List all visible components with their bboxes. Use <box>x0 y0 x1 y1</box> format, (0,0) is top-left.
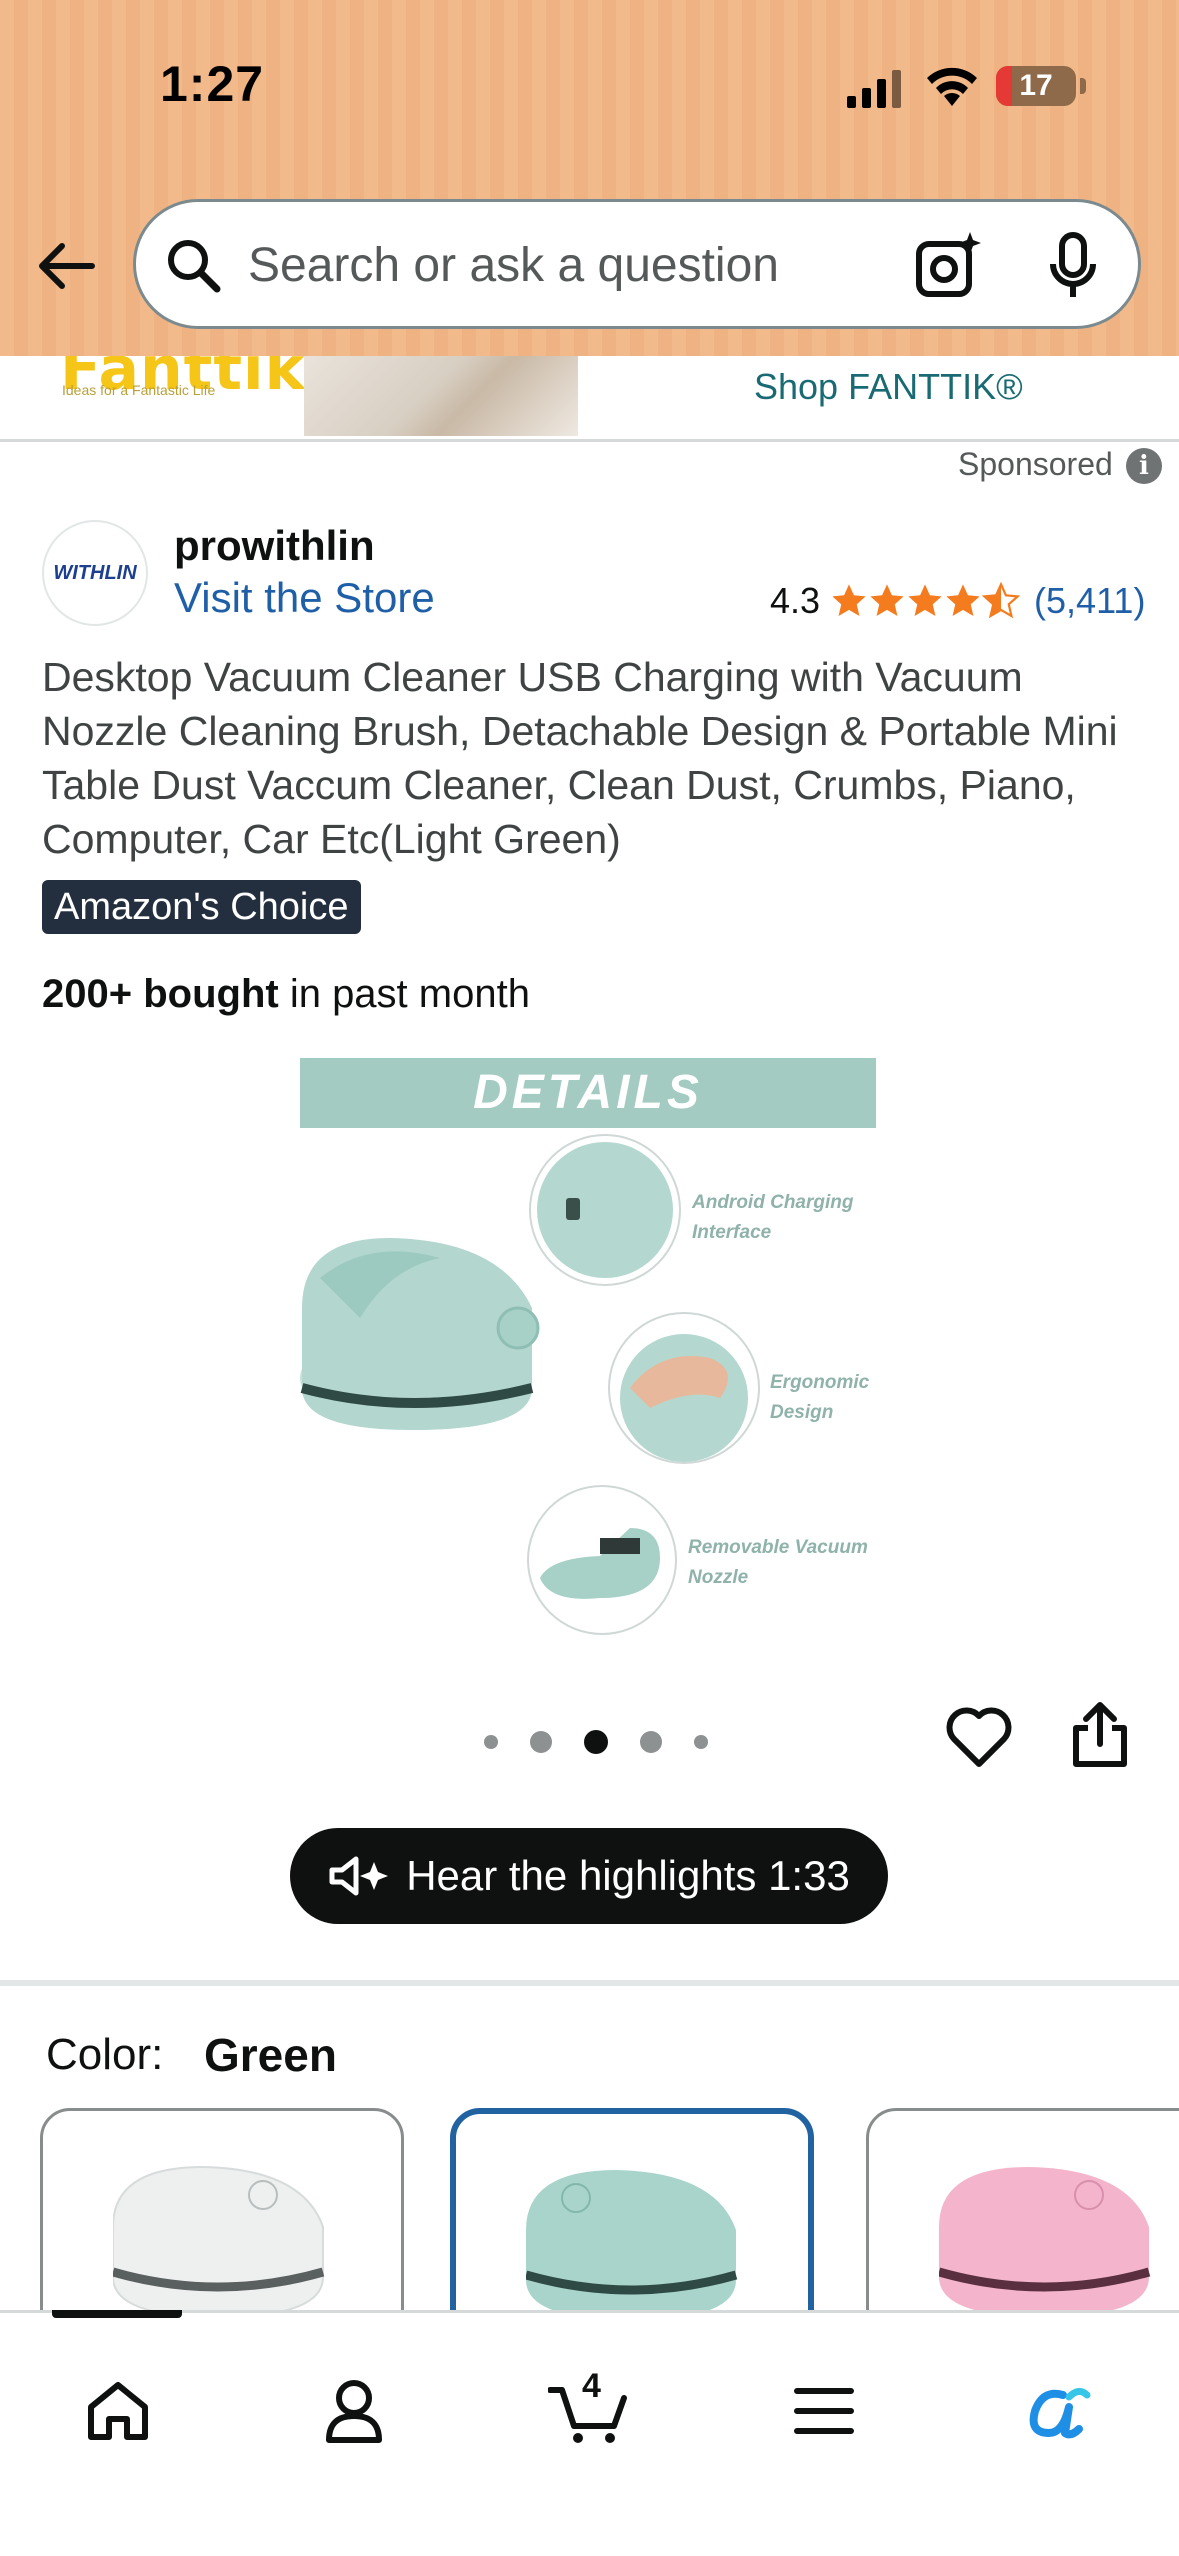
carousel-dot[interactable] <box>530 1731 552 1753</box>
nav-rufus[interactable] <box>1018 2371 1098 2451</box>
image-callout: Removable Vacuum Nozzle <box>688 1537 868 1588</box>
bottom-navigation: 4 <box>0 2310 1179 2556</box>
active-tab-indicator <box>52 2310 182 2318</box>
image-callout: Android Charging Interface <box>692 1192 854 1243</box>
rating-summary[interactable]: 4.3 (5,411) <box>770 580 1145 622</box>
star-half-icon <box>982 582 1021 619</box>
nav-home[interactable] <box>78 2371 158 2451</box>
search-icon <box>168 240 221 293</box>
purchase-count: 200+ bought in past month <box>42 972 530 1017</box>
battery-icon: 17 <box>996 66 1076 106</box>
cellular-signal-icon <box>847 70 901 108</box>
rating-count[interactable]: (5,411) <box>1034 580 1145 622</box>
hear-highlights-button[interactable]: Hear the highlights 1:33 <box>290 1828 888 1924</box>
status-time: 1:27 <box>160 56 265 112</box>
share-icon[interactable] <box>1070 1700 1130 1768</box>
store-logo-text: WITHLIN <box>53 561 137 584</box>
account-icon <box>326 2380 382 2443</box>
star-full-icon <box>946 584 980 617</box>
carousel-dot[interactable] <box>694 1735 708 1749</box>
purchase-count-rest: in past month <box>278 972 530 1016</box>
heart-icon[interactable] <box>946 1706 1012 1768</box>
sponsored-label: Sponsored <box>958 446 1113 482</box>
color-selected-value: Green <box>204 2029 337 2081</box>
menu-icon <box>794 2388 854 2434</box>
star-full-icon <box>832 584 866 617</box>
rufus-icon <box>1029 2388 1091 2439</box>
star-full-icon <box>870 584 904 617</box>
carousel-dot[interactable] <box>484 1735 498 1749</box>
visit-store-link[interactable]: Visit the Store <box>174 574 435 622</box>
wifi-icon <box>927 67 977 106</box>
color-label: Color: <box>46 2030 164 2079</box>
carousel-dot[interactable] <box>640 1731 662 1753</box>
speaker-sparkle-icon <box>329 1856 389 1896</box>
cart-count-badge: 4 <box>582 2367 601 2405</box>
microphone-icon[interactable] <box>1048 232 1098 300</box>
search-bar[interactable]: Search or ask a question <box>133 199 1141 329</box>
store-name[interactable]: prowithlin <box>174 522 375 570</box>
store-logo[interactable]: WITHLIN <box>42 520 148 626</box>
hear-highlights-label: Hear the highlights 1:33 <box>406 1852 850 1899</box>
top-header: 1:27 17 Search or ask a question <box>0 0 1179 356</box>
nav-account[interactable] <box>314 2371 394 2451</box>
back-arrow-icon <box>39 243 95 289</box>
banner-product-image <box>304 356 578 436</box>
search-input[interactable]: Search or ask a question <box>248 238 779 293</box>
brand-tagline: Ideas for a Fantastic Life <box>62 382 216 398</box>
back-button[interactable] <box>32 232 100 300</box>
nav-cart[interactable]: 4 <box>548 2367 628 2451</box>
nav-menu[interactable] <box>784 2371 864 2451</box>
star-rating <box>830 582 1021 620</box>
battery-level: 17 <box>1019 69 1053 102</box>
purchase-count-bold: 200+ bought <box>42 972 279 1016</box>
product-image[interactable]: DETAILS Android Charging Interface Ergon… <box>300 1058 880 1638</box>
amazons-choice-badge[interactable]: Amazon's Choice <box>42 880 361 934</box>
image-callout: Ergonomic Design <box>770 1372 870 1423</box>
sponsored-banner[interactable]: Fanttik Ideas for a Fantastic Life Shop … <box>0 356 1179 442</box>
product-title: Desktop Vacuum Cleaner USB Charging with… <box>42 654 1118 862</box>
star-full-icon <box>908 584 942 617</box>
image-carousel-dots[interactable] <box>484 1730 740 1754</box>
carousel-dot-active[interactable] <box>584 1730 608 1754</box>
rating-value: 4.3 <box>770 580 821 621</box>
info-icon[interactable]: i <box>1126 448 1162 484</box>
home-icon <box>88 2382 148 2440</box>
shop-brand-link[interactable]: Shop FANTTIK® <box>754 366 1023 408</box>
section-divider <box>0 1980 1179 1986</box>
camera-lens-icon[interactable] <box>914 230 984 300</box>
